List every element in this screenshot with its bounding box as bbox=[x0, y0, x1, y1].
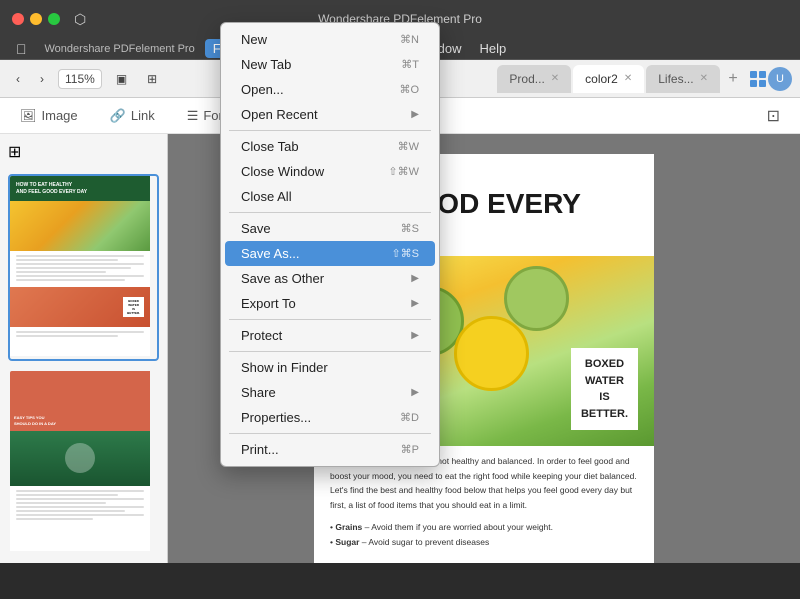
menu-item-show-finder[interactable]: Show in Finder bbox=[225, 355, 435, 380]
separator-3 bbox=[229, 319, 431, 320]
menu-item-save[interactable]: Save ⌘S bbox=[225, 216, 435, 241]
menu-item-new[interactable]: New ⌘N bbox=[225, 27, 435, 52]
menu-item-open-recent[interactable]: Open Recent ▶ bbox=[225, 102, 435, 127]
file-dropdown-menu: New ⌘N New Tab ⌘T Open... ⌘O Open Recent… bbox=[220, 22, 440, 467]
menu-item-protect[interactable]: Protect ▶ bbox=[225, 323, 435, 348]
menu-item-close-window[interactable]: Close Window ⇧⌘W bbox=[225, 159, 435, 184]
menu-item-save-as-other[interactable]: Save as Other ▶ bbox=[225, 266, 435, 291]
dropdown-overlay: New ⌘N New Tab ⌘T Open... ⌘O Open Recent… bbox=[0, 0, 800, 599]
separator-2 bbox=[229, 212, 431, 213]
separator-5 bbox=[229, 433, 431, 434]
menu-item-open[interactable]: Open... ⌘O bbox=[225, 77, 435, 102]
menu-item-properties[interactable]: Properties... ⌘D bbox=[225, 405, 435, 430]
menu-item-save-as[interactable]: Save As... ⇧⌘S bbox=[225, 241, 435, 266]
menu-item-export-to[interactable]: Export To ▶ bbox=[225, 291, 435, 316]
menu-item-print[interactable]: Print... ⌘P bbox=[225, 437, 435, 462]
menu-item-new-tab[interactable]: New Tab ⌘T bbox=[225, 52, 435, 77]
menu-item-share[interactable]: Share ▶ bbox=[225, 380, 435, 405]
separator-4 bbox=[229, 351, 431, 352]
menu-item-close-all[interactable]: Close All bbox=[225, 184, 435, 209]
separator-1 bbox=[229, 130, 431, 131]
menu-item-close-tab[interactable]: Close Tab ⌘W bbox=[225, 134, 435, 159]
